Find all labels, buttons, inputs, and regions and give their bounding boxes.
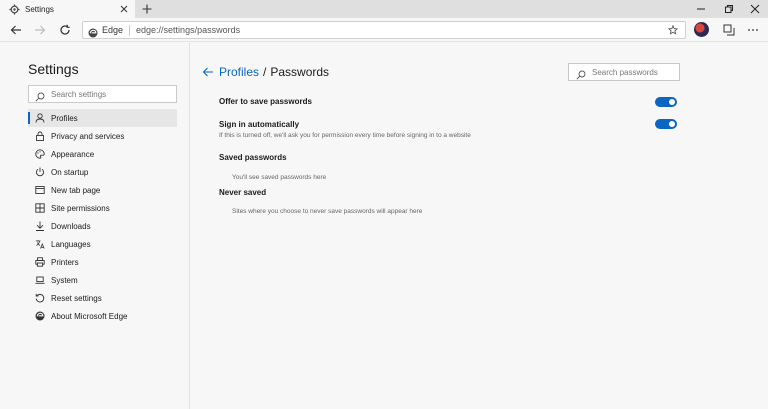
sidebar-item-privacy[interactable]: Privacy and services — [28, 127, 177, 145]
sidebar-item-printers[interactable]: Printers — [28, 253, 177, 271]
palette-icon — [35, 149, 45, 159]
profile-avatar[interactable] — [694, 22, 709, 37]
search-settings-input[interactable]: Search settings — [28, 85, 177, 103]
settings-sidebar: Settings Search settings Profiles Privac… — [0, 43, 190, 409]
sidebar-item-label: Site permissions — [51, 203, 110, 213]
gear-icon — [8, 3, 20, 15]
more-options-icon[interactable] — [744, 21, 762, 39]
collections-icon[interactable] — [720, 21, 738, 39]
site-permissions-icon — [35, 203, 45, 213]
lock-icon — [35, 131, 45, 141]
sidebar-item-languages[interactable]: Languages — [28, 235, 177, 253]
tab-title: Settings — [25, 4, 54, 14]
url-text[interactable]: edge://settings/passwords — [136, 25, 665, 35]
close-window-icon[interactable] — [742, 0, 768, 18]
sidebar-item-about-edge[interactable]: About Microsoft Edge — [28, 307, 177, 325]
breadcrumb: Profiles / Passwords — [219, 65, 329, 79]
edge-logo-icon — [35, 311, 45, 321]
sidebar-item-reset-settings[interactable]: Reset settings — [28, 289, 177, 307]
sidebar-item-label: New tab page — [51, 185, 101, 195]
person-icon — [35, 113, 45, 123]
breadcrumb-separator: / — [263, 65, 267, 79]
back-arrow-icon[interactable] — [7, 21, 25, 39]
search-passwords-input[interactable]: Search passwords — [568, 63, 680, 81]
power-icon — [35, 167, 45, 177]
title-bar: Settings — [0, 0, 768, 18]
laptop-icon — [35, 275, 45, 285]
sidebar-item-label: Languages — [51, 239, 91, 249]
sidebar-title: Settings — [28, 61, 79, 77]
sign-in-auto-label: Sign in automatically — [219, 120, 300, 129]
sidebar-item-label: Privacy and services — [51, 131, 125, 141]
sidebar-item-label: Reset settings — [51, 293, 102, 303]
sidebar-item-label: Appearance — [51, 149, 95, 159]
never-saved-empty-text: Sites where you choose to never save pas… — [232, 208, 423, 215]
sidebar-item-label: About Microsoft Edge — [51, 311, 128, 321]
sidebar-item-label: System — [51, 275, 78, 285]
close-tab-icon[interactable] — [117, 2, 131, 16]
offer-to-save-toggle[interactable] — [655, 97, 677, 107]
toggle-knob — [669, 121, 675, 127]
divider — [129, 24, 131, 36]
search-icon — [35, 89, 45, 102]
browser-toolbar: Edge edge://settings/passwords — [0, 18, 768, 42]
address-bar[interactable]: Edge edge://settings/passwords — [82, 21, 686, 39]
never-saved-heading: Never saved — [219, 188, 267, 197]
sidebar-item-label: On startup — [51, 167, 89, 177]
saved-passwords-heading: Saved passwords — [219, 153, 287, 162]
site-identity-label: Edge — [102, 25, 124, 35]
page-title: Passwords — [270, 65, 330, 79]
minimize-icon[interactable] — [688, 0, 714, 18]
sidebar-item-system[interactable]: System — [28, 271, 177, 289]
forward-arrow-icon[interactable] — [31, 21, 49, 39]
printer-icon — [35, 257, 45, 267]
browser-tab-settings[interactable]: Settings — [0, 0, 135, 18]
sidebar-item-downloads[interactable]: Downloads — [28, 217, 177, 235]
saved-passwords-empty-text: You'll see saved passwords here — [232, 174, 327, 181]
search-passwords-placeholder: Search passwords — [592, 67, 658, 77]
sidebar-item-label: Printers — [51, 257, 79, 267]
reset-icon — [35, 293, 45, 303]
sign-in-auto-toggle[interactable] — [655, 119, 677, 129]
search-icon — [576, 67, 586, 80]
new-tab-icon — [35, 185, 45, 195]
sidebar-item-label: Profiles — [51, 113, 78, 123]
sidebar-item-site-permissions[interactable]: Site permissions — [28, 199, 177, 217]
back-arrow-icon[interactable] — [201, 65, 215, 79]
search-settings-placeholder: Search settings — [51, 89, 107, 99]
breadcrumb-profiles-link[interactable]: Profiles — [219, 65, 259, 79]
favorite-star-icon[interactable] — [665, 22, 681, 38]
sign-in-auto-description: If this is turned off, we'll ask you for… — [219, 132, 471, 139]
edge-logo-icon — [88, 25, 98, 38]
sidebar-nav: Profiles Privacy and services Appearance… — [28, 109, 177, 325]
toggle-knob — [669, 99, 675, 105]
restore-icon[interactable] — [716, 0, 742, 18]
download-icon — [35, 221, 45, 231]
sidebar-item-new-tab-page[interactable]: New tab page — [28, 181, 177, 199]
sidebar-item-profiles[interactable]: Profiles — [28, 109, 177, 127]
sidebar-item-appearance[interactable]: Appearance — [28, 145, 177, 163]
refresh-icon[interactable] — [56, 21, 74, 39]
new-tab-button[interactable] — [140, 1, 154, 17]
languages-icon — [35, 239, 45, 249]
sidebar-item-on-startup[interactable]: On startup — [28, 163, 177, 181]
offer-to-save-label: Offer to save passwords — [219, 97, 312, 106]
passwords-page: Profiles / Passwords Search passwords Of… — [191, 43, 768, 409]
sidebar-item-label: Downloads — [51, 221, 91, 231]
